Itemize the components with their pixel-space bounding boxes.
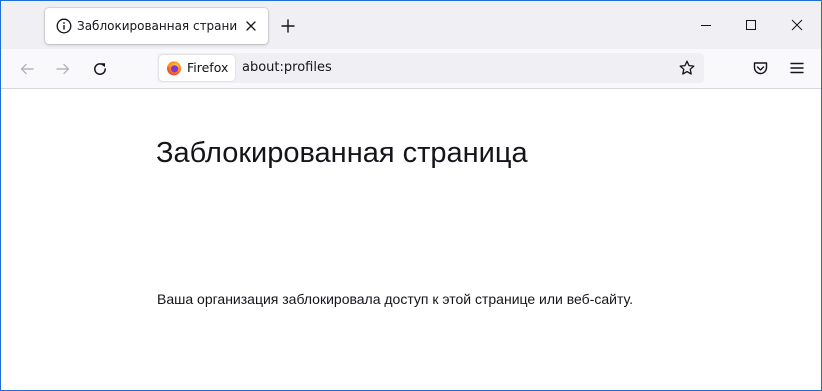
identity-box[interactable]: Firefox: [159, 55, 235, 81]
maximize-icon[interactable]: [743, 17, 759, 33]
tab-strip: Заблокированная страница: [1, 1, 821, 49]
active-tab[interactable]: Заблокированная страница: [45, 8, 268, 44]
pocket-icon[interactable]: [752, 60, 769, 77]
hamburger-menu-icon[interactable]: [789, 60, 805, 76]
forward-arrow-icon[interactable]: [54, 60, 72, 78]
minimize-icon[interactable]: [698, 17, 714, 33]
star-icon[interactable]: [678, 59, 696, 77]
back-arrow-icon[interactable]: [18, 60, 36, 78]
address-bar[interactable]: Firefox about:profiles: [157, 53, 704, 83]
navigation-toolbar: Firefox about:profiles: [1, 49, 821, 89]
identity-label: Firefox: [187, 60, 229, 75]
tab-close-icon[interactable]: [244, 19, 258, 33]
reload-icon[interactable]: [91, 60, 109, 78]
url-text[interactable]: about:profiles: [242, 60, 332, 76]
page-title: Заблокированная страница: [156, 137, 528, 169]
new-tab-plus-icon[interactable]: [280, 18, 296, 34]
page-description: Ваша организация заблокировала доступ к …: [157, 291, 634, 307]
browser-window: Заблокированная страница Firefox about:p…: [0, 0, 822, 391]
firefox-logo-icon: [166, 60, 182, 76]
window-close-icon[interactable]: [789, 17, 805, 33]
info-icon: [56, 18, 72, 34]
tab-title: Заблокированная страница: [77, 19, 237, 33]
